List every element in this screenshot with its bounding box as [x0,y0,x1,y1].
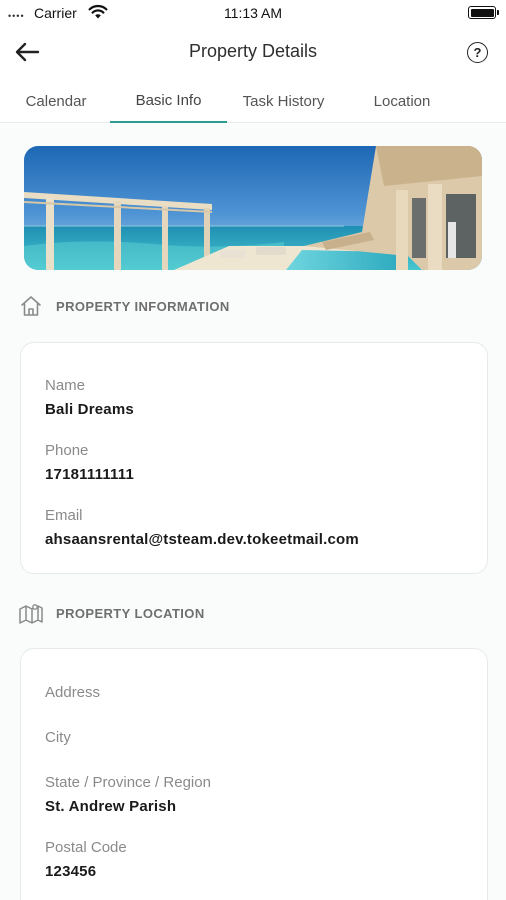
tab-basic-info[interactable]: Basic Info [110,80,227,123]
battery-icon [468,6,499,19]
property-photo [24,146,482,270]
name-field: Name Bali Dreams [45,377,134,418]
tab-task-history[interactable]: Task History [223,80,344,123]
field-label: Name [45,377,86,394]
map-icon [18,600,44,626]
field-label: State / Province / Region [45,774,211,791]
property-location-card: Address City State / Province / Region S… [20,648,488,900]
state-field: State / Province / Region St. Andrew Par… [45,774,211,815]
status-bar: •••• Carrier 11:13 AM [0,0,506,24]
help-button[interactable]: ? [467,42,488,63]
app-header: Property Details ? [0,24,506,80]
status-time: 11:13 AM [223,5,283,21]
scroll-content[interactable]: PROPERTY INFORMATION Name Bali Dreams Ph… [0,124,506,900]
tab-bar: Calendar Basic Info Task History Locatio… [0,80,506,123]
field-value: ahsaansrental@tsteam.dev.tokeetmail.com [45,531,359,548]
address-field: Address [45,684,100,701]
email-field: Email ahsaansrental@tsteam.dev.tokeetmai… [45,507,359,548]
field-value: Bali Dreams [45,401,134,418]
section-title: PROPERTY LOCATION [56,605,205,621]
tab-location[interactable]: Location [350,80,454,123]
home-icon [18,293,44,319]
field-label: Phone [45,442,89,459]
property-information-header: PROPERTY INFORMATION [18,292,230,320]
field-label: Postal Code [45,839,127,856]
phone-field: Phone 17181111111 [45,442,134,483]
field-value: St. Andrew Parish [45,798,177,815]
section-title: PROPERTY INFORMATION [56,298,230,314]
city-field: City [45,729,71,746]
field-value: 17181111111 [45,466,134,483]
property-information-card: Name Bali Dreams Phone 17181111111 Email… [20,342,488,574]
field-value: 123456 [45,863,97,880]
postal-code-field: Postal Code 123456 [45,839,127,880]
help-circle-icon: ? [473,45,482,60]
field-label: Address [45,684,101,701]
page-title: Property Details [188,41,318,61]
property-location-header: PROPERTY LOCATION [18,599,205,627]
tab-calendar[interactable]: Calendar [10,80,102,123]
field-label: Email [45,507,83,524]
field-label: City [45,729,71,746]
